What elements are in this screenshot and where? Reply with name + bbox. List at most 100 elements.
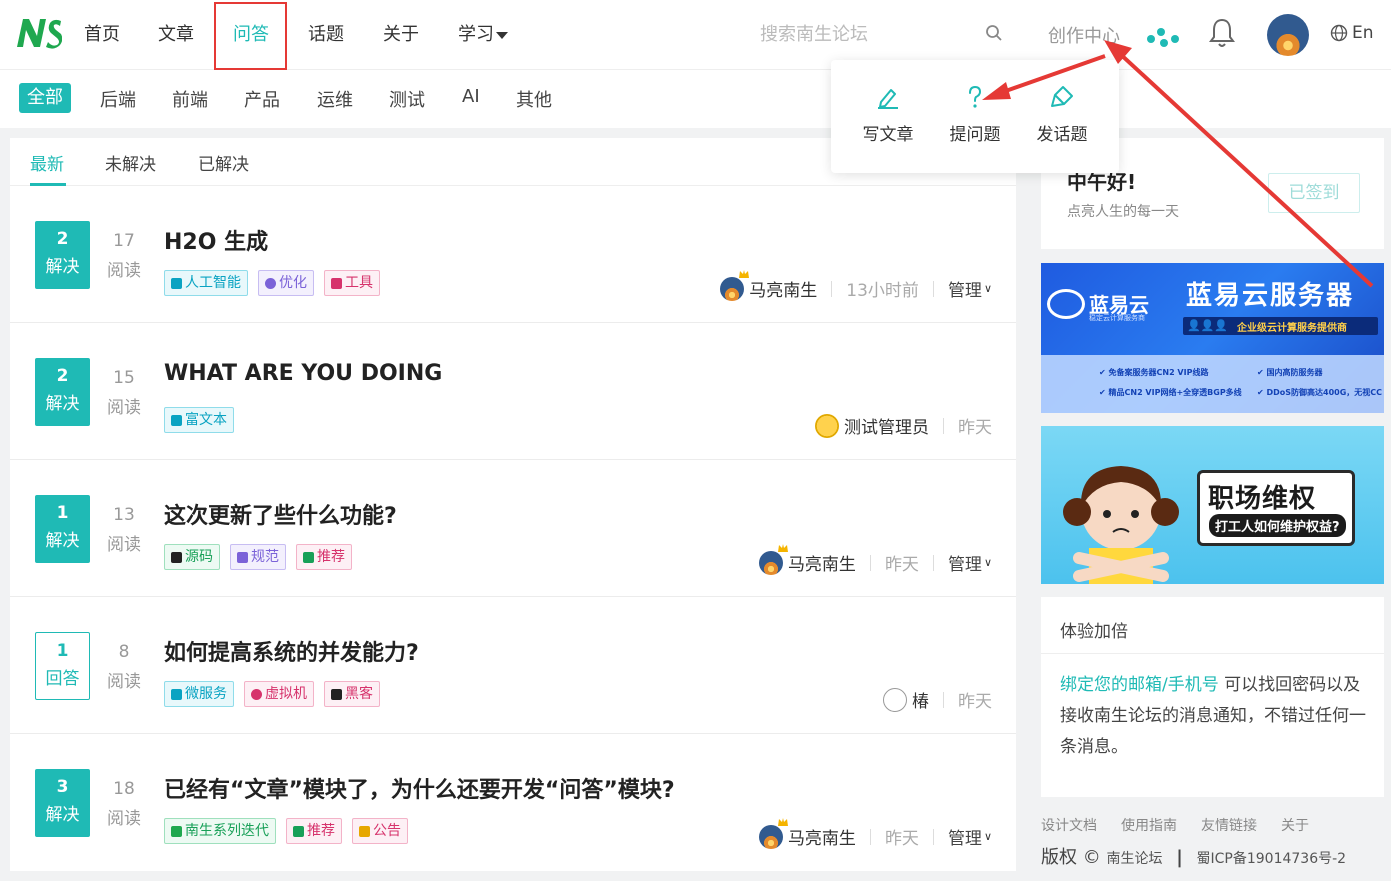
tab-latest[interactable]: 最新 [30, 150, 64, 175]
read-count: 17 阅读 [107, 231, 141, 281]
shield-icon [293, 825, 304, 837]
question-title[interactable]: 已经有“文章”模块了，为什么还要开发“问答”模块? [164, 772, 675, 804]
menu-item-post-topic[interactable]: 发话题 [1022, 84, 1102, 145]
site-logo[interactable] [14, 16, 62, 50]
author-name[interactable]: 马亮南生 [788, 550, 856, 575]
tag[interactable]: 推荐 [286, 818, 342, 844]
icp-number[interactable]: 蜀ICP备19014736号-2 [1197, 851, 1347, 867]
brain-icon [171, 277, 182, 289]
card-body: 绑定您的邮箱/手机号 可以找回密码以及接收南生论坛的消息通知，不错过任何一条消息… [1060, 670, 1370, 763]
manage-dropdown[interactable]: 管理 [948, 824, 982, 849]
question-title[interactable]: H2O 生成 [164, 224, 268, 256]
bell-icon[interactable] [1208, 17, 1236, 49]
bind-account-card: 体验加倍 绑定您的邮箱/手机号 可以找回密码以及接收南生论坛的消息通知，不错过任… [1041, 597, 1384, 797]
post-time: 13小时前 [846, 281, 919, 301]
create-center-link[interactable]: 创作中心 [1048, 22, 1120, 48]
tag[interactable]: 推荐 [296, 544, 352, 570]
category-ops[interactable]: 运维 [317, 86, 353, 112]
language-switch[interactable]: En [1330, 23, 1374, 43]
tag[interactable]: 南生系列迭代 [164, 818, 276, 844]
category-other[interactable]: 其他 [516, 86, 552, 112]
author-name[interactable]: 马亮南生 [788, 824, 856, 849]
manage-dropdown[interactable]: 管理 [948, 550, 982, 575]
nav-about[interactable]: 关于 [383, 20, 419, 46]
tag[interactable]: 黑客 [324, 681, 380, 707]
signin-button[interactable]: 已签到 [1268, 173, 1360, 213]
crown-icon [777, 543, 788, 552]
question-title[interactable]: WHAT ARE YOU DOING [164, 361, 442, 386]
create-dropdown-menu: 写文章 提问题 发话题 [831, 60, 1119, 173]
question-row[interactable]: 3 解决 18 阅读 已经有“文章”模块了，为什么还要开发“问答”模块? 南生系… [10, 734, 1016, 871]
author-name[interactable]: 椿 [912, 687, 929, 712]
nav-topics[interactable]: 话题 [308, 20, 344, 46]
tag[interactable]: 人工智能 [164, 270, 248, 296]
tag[interactable]: 规范 [230, 544, 286, 570]
nav-articles[interactable]: 文章 [158, 20, 194, 46]
tag[interactable]: 虚拟机 [244, 681, 314, 707]
ad-banner-rights[interactable]: 职场维权 打工人如何维护权益? [1041, 426, 1384, 584]
tab-solved[interactable]: 已解决 [198, 150, 249, 175]
post-time: 昨天 [884, 829, 919, 849]
question-row[interactable]: 2 解决 15 阅读 WHAT ARE YOU DOING 富文本 测试管理员 … [10, 323, 1016, 460]
shield-icon [303, 551, 314, 563]
footer-copyright: 版权 © 南生论坛 | 蜀ICP备19014736号-2 [1041, 843, 1346, 869]
author-name[interactable]: 测试管理员 [844, 413, 929, 438]
tab-unsolved[interactable]: 未解决 [105, 150, 156, 175]
greeting-subtitle: 点亮人生的每一天 [1067, 204, 1179, 220]
site-name[interactable]: 南生论坛 [1106, 851, 1162, 867]
ad-title: 蓝易云服务器 [1186, 281, 1355, 311]
read-count: 18 阅读 [107, 779, 141, 829]
code-icon [171, 551, 182, 563]
tag[interactable]: 源码 [164, 544, 220, 570]
dots-apps-icon[interactable] [1146, 22, 1180, 48]
tag[interactable]: 富文本 [164, 407, 234, 433]
author-avatar[interactable] [883, 687, 907, 712]
ad-tagline: 企业级云计算服务提供商 [1237, 323, 1347, 334]
menu-item-write-article[interactable]: 写文章 [848, 84, 928, 145]
author-avatar[interactable] [720, 269, 750, 301]
tag[interactable]: 公告 [352, 818, 408, 844]
question-row[interactable]: 1 回答 8 阅读 如何提高系统的并发能力? 微服务 虚拟机 黑客 椿 昨天 [10, 597, 1016, 734]
read-count: 13 阅读 [107, 505, 141, 555]
tag[interactable]: 微服务 [164, 681, 234, 707]
crown-icon [739, 269, 750, 278]
category-backend[interactable]: 后端 [100, 86, 136, 112]
category-all[interactable]: 全部 [19, 83, 71, 113]
category-frontend[interactable]: 前端 [172, 86, 208, 112]
question-title[interactable]: 如何提高系统的并发能力? [164, 635, 419, 667]
question-row[interactable]: 2 解决 17 阅读 H2O 生成 人工智能 优化 工具 马亮南生 13小时前 … [10, 186, 1016, 323]
category-ai[interactable]: AI [462, 86, 480, 107]
author-avatar[interactable] [758, 543, 788, 575]
nav-home[interactable]: 首页 [84, 20, 120, 46]
question-title[interactable]: 这次更新了些什么功能? [164, 498, 397, 530]
ad-banner-cloud[interactable]: 蓝易云 稳定云计算服务商 蓝易云服务器 👤👤👤 企业级云计算服务提供商 ✔ 免备… [1041, 263, 1384, 413]
footer-link-design-docs[interactable]: 设计文档 [1041, 815, 1097, 835]
search-icon[interactable] [985, 24, 1003, 42]
cloud-logo-icon [1047, 289, 1085, 319]
footer-link-about[interactable]: 关于 [1281, 815, 1309, 835]
question-row[interactable]: 1 解决 13 阅读 这次更新了些什么功能? 源码 规范 推荐 马亮南生 昨天 … [10, 460, 1016, 597]
chevron-down-icon: ∨ [983, 282, 992, 295]
footer-link-guide[interactable]: 使用指南 [1121, 815, 1177, 835]
bind-account-link[interactable]: 绑定您的邮箱/手机号 [1060, 675, 1219, 695]
manage-dropdown[interactable]: 管理 [948, 276, 982, 301]
category-product[interactable]: 产品 [244, 86, 280, 112]
menu-item-ask-question[interactable]: 提问题 [935, 84, 1015, 145]
brush-icon [1051, 86, 1073, 107]
nav-learn[interactable]: 学习 [458, 20, 508, 46]
text-icon [171, 414, 182, 426]
tag[interactable]: 工具 [324, 270, 380, 296]
tag-list: 南生系列迭代 推荐 公告 [164, 818, 408, 844]
tag-list: 源码 规范 推荐 [164, 544, 352, 570]
category-testing[interactable]: 测试 [389, 86, 425, 112]
post-time: 昨天 [958, 418, 992, 438]
tag[interactable]: 优化 [258, 270, 314, 296]
ad-feature: ✔ 精品CN2 VIP网络+全穿透BGP多线 [1099, 388, 1242, 397]
user-avatar[interactable] [1267, 14, 1309, 56]
author-name[interactable]: 马亮南生 [749, 276, 817, 301]
author-avatar[interactable] [758, 817, 788, 849]
ad-feature: ✔ 免备案服务器CN2 VIP线路 [1099, 368, 1209, 377]
author-avatar[interactable] [815, 413, 839, 438]
search-input[interactable] [740, 14, 1010, 54]
footer-link-friends[interactable]: 友情链接 [1201, 815, 1257, 835]
